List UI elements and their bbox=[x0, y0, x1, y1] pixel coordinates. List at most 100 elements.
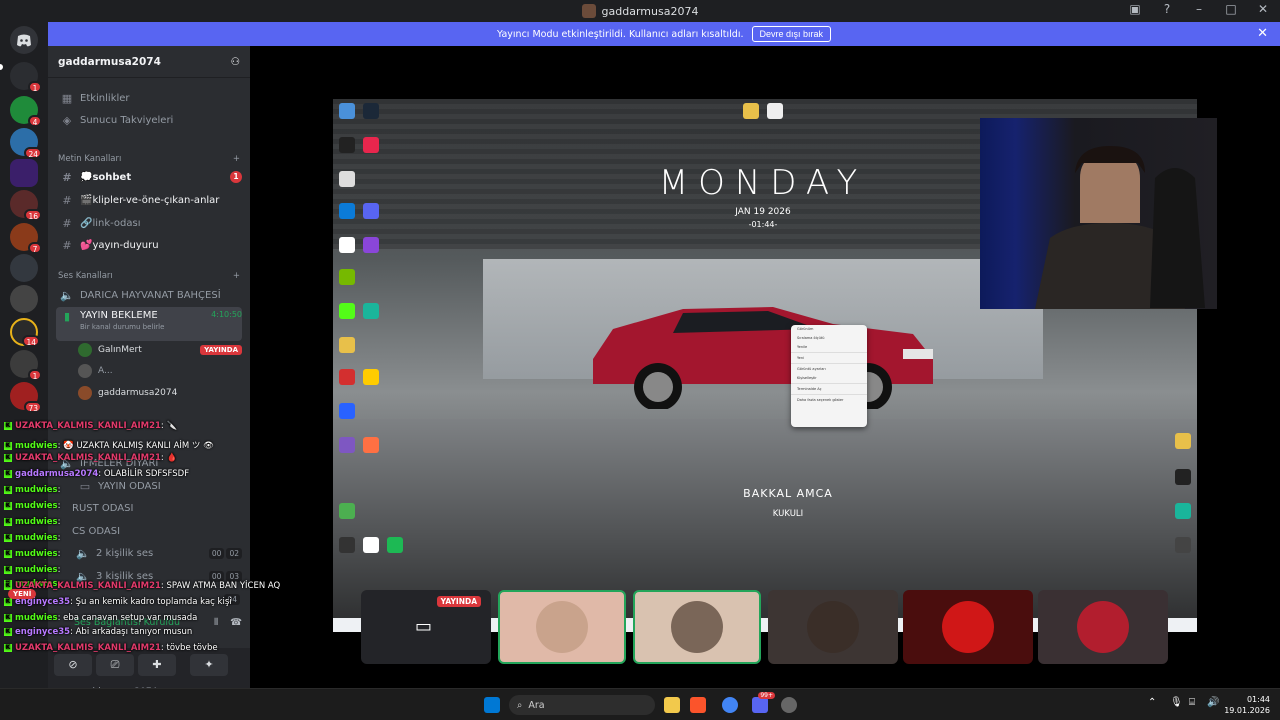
help-icon[interactable]: ? bbox=[1158, 2, 1176, 16]
context-menu-item[interactable]: Görüntü ayarları bbox=[791, 365, 867, 374]
server-icon-1[interactable]: 1 bbox=[10, 62, 42, 93]
tile-participant-1[interactable] bbox=[498, 590, 626, 664]
disable-streamer-mode-button[interactable]: Devre dışı bırak bbox=[751, 26, 832, 42]
desktop-icon[interactable] bbox=[339, 137, 355, 153]
add-member-icon[interactable]: ⚇ bbox=[231, 56, 240, 68]
voice-channel-yayin-odasi[interactable]: ▭ YAYIN ODASI bbox=[74, 476, 242, 496]
guild-header[interactable]: gaddarmusa2074 ⚇ bbox=[48, 46, 250, 78]
taskbar-clock[interactable]: 01:44 19.01.2026 bbox=[1224, 694, 1270, 716]
context-menu[interactable]: Görünüm Sıralama ölçütü Yenile Yeni Görüntü … bbox=[791, 325, 867, 427]
close-banner-icon[interactable]: ✕ bbox=[1257, 26, 1268, 41]
server-icon-7[interactable] bbox=[10, 254, 38, 282]
add-channel-icon[interactable]: + bbox=[233, 271, 240, 281]
desktop-icon[interactable] bbox=[339, 503, 355, 519]
desktop-icon[interactable] bbox=[387, 537, 403, 553]
network-icon[interactable]: ⌸ bbox=[1189, 697, 1195, 708]
server-icon-8[interactable] bbox=[10, 285, 38, 313]
desktop-icon[interactable] bbox=[1175, 503, 1191, 519]
voice-channel-cs[interactable]: CS ODASI bbox=[68, 521, 242, 541]
folder-icon[interactable] bbox=[339, 337, 355, 353]
maximize-button[interactable]: □ bbox=[1222, 2, 1240, 16]
desktop-icon[interactable] bbox=[363, 437, 379, 453]
server-icon-10[interactable]: 1 bbox=[10, 350, 42, 381]
screen-share-button[interactable]: ⎚ bbox=[96, 654, 134, 676]
volume-icon[interactable]: 🔊 bbox=[1207, 697, 1219, 708]
voice-channel-rust[interactable]: RUST ODASI bbox=[68, 498, 242, 518]
voice-channel-yayin-bekleme[interactable]: ▮ YAYIN BEKLEME Bir kanal durumu belirle… bbox=[56, 307, 242, 341]
desktop-icon[interactable] bbox=[1175, 537, 1191, 553]
text-category[interactable]: Metin Kanalları + bbox=[58, 152, 240, 166]
context-menu-item[interactable]: Kişiselleştir bbox=[791, 374, 867, 383]
server-icon-2[interactable]: 4 bbox=[10, 96, 42, 127]
server-boosts-item[interactable]: ◈ Sunucu Takviyeleri bbox=[56, 110, 242, 130]
file-explorer-icon[interactable] bbox=[664, 697, 680, 713]
server-icon-5[interactable]: 16 bbox=[10, 190, 42, 221]
inbox-icon[interactable]: ▣ bbox=[1126, 2, 1144, 16]
rockstar-icon[interactable] bbox=[363, 369, 379, 385]
discord-home-icon[interactable] bbox=[10, 26, 38, 54]
voice-channel-2-kisilik[interactable]: 🔈 2 kişilik ses 00 02 bbox=[72, 543, 242, 563]
discord-desktop-icon[interactable] bbox=[363, 203, 379, 219]
tray-chevron-icon[interactable]: ⌃ bbox=[1148, 697, 1156, 708]
activities-button[interactable]: ✚ bbox=[138, 654, 176, 676]
channel-sohbet[interactable]: # 💭sohbet 1 bbox=[56, 167, 242, 187]
steam-icon[interactable] bbox=[363, 103, 379, 119]
tile-participant-5[interactable] bbox=[1038, 590, 1168, 664]
desktop-icon[interactable] bbox=[1175, 433, 1191, 449]
tile-participant-3[interactable] bbox=[768, 590, 898, 664]
voice-member-1[interactable]: GalınMert YAYINDA bbox=[74, 340, 242, 360]
stream-stage[interactable]: MONDAY JAN 19 2026 -01:44- BAKKAL AMCA K… bbox=[250, 46, 1280, 688]
tile-screen-share[interactable]: ▭ YAYINDA bbox=[361, 590, 491, 664]
desktop-icon[interactable] bbox=[339, 403, 355, 419]
context-menu-item[interactable]: Terminalde Aç bbox=[791, 385, 867, 394]
minimize-button[interactable]: – bbox=[1190, 2, 1208, 16]
taskbar-search[interactable]: ⌕ Ara bbox=[509, 695, 655, 715]
desktop-icon[interactable] bbox=[339, 103, 355, 119]
desktop-icon[interactable] bbox=[339, 437, 355, 453]
context-menu-item[interactable]: Sıralama ölçütü bbox=[791, 334, 867, 343]
yandex-icon[interactable] bbox=[339, 237, 355, 253]
desktop-icon[interactable] bbox=[363, 303, 379, 319]
context-menu-item[interactable]: Daha fazla seçenek göster bbox=[791, 396, 867, 405]
server-icon-9[interactable]: 14 bbox=[10, 318, 40, 347]
channel-klipler[interactable]: # 🎬klipler-ve-öne-çıkan-anlar bbox=[56, 190, 242, 210]
voice-member-2[interactable]: A... bbox=[74, 361, 242, 381]
channel-link-odasi[interactable]: # 🔗link-odası bbox=[56, 213, 242, 233]
obs-taskbar-icon[interactable] bbox=[781, 697, 797, 713]
disconnect-icon[interactable]: ☎ bbox=[230, 617, 242, 628]
server-icon-3[interactable]: 24 bbox=[10, 128, 42, 159]
kick-icon[interactable] bbox=[339, 303, 355, 319]
channel-yayin-duyuru[interactable]: # 💕yayın-duyuru bbox=[56, 235, 242, 255]
soundboard-button[interactable]: ✦ bbox=[190, 654, 228, 676]
start-icon[interactable] bbox=[484, 697, 500, 713]
channel-status[interactable]: Bir kanal durumu belirle bbox=[80, 323, 164, 331]
brave-icon[interactable] bbox=[690, 697, 706, 713]
folder-icon[interactable] bbox=[743, 103, 759, 119]
microphone-icon[interactable]: 🎙 bbox=[1170, 697, 1183, 708]
context-menu-item[interactable]: Yeni bbox=[791, 354, 867, 363]
tile-participant-4[interactable] bbox=[903, 590, 1033, 664]
voice-channel-darica[interactable]: 🔈 DARICA HAYVANAT BAHÇESİ bbox=[56, 285, 242, 305]
server-icon-6[interactable]: 7 bbox=[10, 223, 42, 254]
nvidia-icon[interactable] bbox=[339, 269, 355, 285]
chrome-icon[interactable] bbox=[722, 697, 738, 713]
server-icon-4[interactable] bbox=[10, 159, 38, 187]
tiktok-icon[interactable] bbox=[363, 137, 379, 153]
desktop-icon[interactable] bbox=[1175, 469, 1191, 485]
capcut-icon[interactable] bbox=[363, 537, 379, 553]
voice-category[interactable]: Ses Kanalları + bbox=[58, 269, 240, 283]
server-icon-11[interactable]: 73 bbox=[10, 382, 42, 413]
context-menu-item[interactable]: Yenile bbox=[791, 343, 867, 352]
desktop-icon[interactable] bbox=[339, 369, 355, 385]
add-channel-icon[interactable]: + bbox=[233, 154, 240, 164]
edge-icon[interactable] bbox=[339, 203, 355, 219]
close-button[interactable]: ✕ bbox=[1254, 2, 1272, 16]
tile-participant-2[interactable] bbox=[633, 590, 761, 664]
context-menu-item[interactable]: Görünüm bbox=[791, 325, 867, 334]
desktop-icon[interactable] bbox=[363, 237, 379, 253]
obs-icon[interactable] bbox=[339, 537, 355, 553]
voice-member-3[interactable]: gaddarmusa2074 bbox=[74, 383, 242, 403]
events-item[interactable]: ▦ Etkinlikler bbox=[56, 88, 242, 108]
desktop-icon[interactable] bbox=[767, 103, 783, 119]
soundboard-icon[interactable]: ⦀ bbox=[214, 617, 218, 628]
